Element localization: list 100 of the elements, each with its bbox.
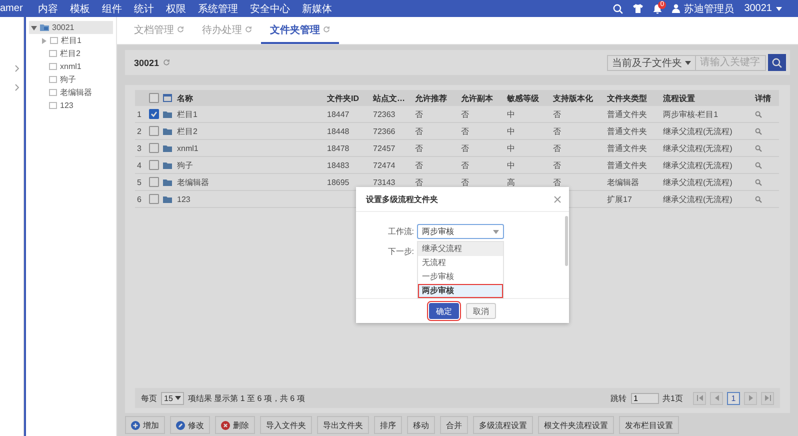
refresh-icon[interactable] <box>177 26 184 33</box>
folder-icon <box>163 144 172 152</box>
tree-item[interactable]: xnml1 <box>29 60 113 73</box>
nav-item[interactable]: 安全中心 <box>250 2 290 16</box>
magnifier-icon[interactable] <box>755 196 762 202</box>
table-cell: 否 <box>553 144 561 152</box>
table-cell: 18478 <box>327 144 350 152</box>
magnifier-icon[interactable] <box>755 144 762 152</box>
action-button[interactable]: 排序 <box>374 416 402 434</box>
action-button[interactable]: 多级流程设置 <box>473 416 533 434</box>
field-label: 下一步: <box>386 246 415 257</box>
table-cell: 普通文件夹 <box>607 160 647 170</box>
search-button[interactable] <box>768 54 786 71</box>
nav-item[interactable]: 组件 <box>102 2 122 16</box>
next-page-button[interactable] <box>744 392 757 404</box>
caret-icon[interactable] <box>776 6 782 10</box>
select-all-checkbox[interactable] <box>149 93 159 103</box>
nav-item[interactable]: 系统管理 <box>198 2 238 16</box>
scrollbar <box>565 216 568 266</box>
row-checkbox[interactable] <box>149 109 159 119</box>
brand-name: amer <box>0 3 24 14</box>
table-cell: 否 <box>461 110 469 118</box>
table-cell: 否 <box>553 110 561 118</box>
previous-page-button[interactable] <box>710 392 723 404</box>
action-button[interactable]: 合并 <box>440 416 468 434</box>
action-button[interactable]: 导出文件夹 <box>317 416 369 434</box>
refresh-icon[interactable] <box>245 26 252 33</box>
tree-item[interactable]: 30021 <box>29 21 113 34</box>
page-jump-field[interactable]: 1 <box>630 392 659 404</box>
caret-down-icon[interactable] <box>31 24 37 30</box>
row-checkbox[interactable] <box>149 194 159 204</box>
table-cell: 否 <box>415 178 423 186</box>
action-button[interactable]: 移动 <box>407 416 435 434</box>
dropdown-option[interactable]: 无流程 <box>418 256 503 270</box>
refresh-icon[interactable] <box>163 59 170 66</box>
nav-item[interactable]: 内容 <box>38 2 58 16</box>
action-button[interactable]: 删除 <box>215 416 255 434</box>
action-button[interactable]: 根文件夹流程设置 <box>538 416 614 434</box>
refresh-icon[interactable] <box>323 26 330 33</box>
action-button[interactable]: 增加 <box>125 416 165 434</box>
first-page-button[interactable] <box>693 392 706 404</box>
nav-item[interactable]: 模板 <box>70 2 90 16</box>
workflow-select[interactable]: 两步审核 <box>417 224 504 239</box>
last-page-button[interactable] <box>761 392 774 404</box>
table-cell: 高 <box>507 178 515 186</box>
tree-item[interactable]: 栏目1 <box>29 34 113 47</box>
dropdown-option[interactable]: 一步审核 <box>418 270 503 284</box>
shirt-icon[interactable] <box>633 4 644 13</box>
column-header[interactable]: 流程设置 <box>663 94 695 102</box>
tree-item[interactable]: 狗子 <box>29 73 113 86</box>
magnifier-icon[interactable] <box>755 162 762 168</box>
nav-item[interactable]: 权限 <box>166 2 186 16</box>
scope-dropdown[interactable]: 当前及子文件夹 <box>607 54 696 70</box>
action-button[interactable]: 修改 <box>170 416 210 434</box>
tree-item[interactable]: 栏目2 <box>29 47 113 60</box>
magnifier-icon[interactable] <box>755 128 762 134</box>
bell-icon[interactable] <box>653 4 662 14</box>
table-cell: 继承父流程(无流程) <box>663 194 732 204</box>
table-cell: 继承父流程(无流程) <box>663 144 732 152</box>
row-checkbox[interactable] <box>149 143 159 153</box>
dropdown-option[interactable]: 继承父流程 <box>418 242 503 256</box>
table-cell: 123 <box>177 194 190 204</box>
confirm-button[interactable]: 确定 <box>429 303 459 319</box>
close-icon[interactable] <box>554 196 561 202</box>
page-size-select[interactable]: 15 <box>161 392 184 404</box>
table-cell: 中 <box>507 144 515 152</box>
action-button[interactable]: 发布栏目设置 <box>619 416 679 434</box>
search-field[interactable]: 请输入关键字 <box>696 54 766 70</box>
table-cell: 普通文件夹 <box>607 110 647 118</box>
user-name[interactable]: 苏迪管理员 <box>684 2 734 16</box>
nav-item[interactable]: 统计 <box>134 2 154 16</box>
search-icon[interactable] <box>613 4 624 14</box>
dropdown-option[interactable]: 两步审核 <box>418 284 503 298</box>
action-button[interactable]: 导入文件夹 <box>260 416 312 434</box>
page-button[interactable]: 1 <box>727 392 740 404</box>
magnifier-icon[interactable] <box>755 110 762 118</box>
column-settings-icon[interactable] <box>163 94 172 102</box>
cancel-button[interactable]: 取消 <box>466 303 496 319</box>
caret-right-icon[interactable] <box>41 38 47 44</box>
row-checkbox[interactable] <box>149 177 159 187</box>
table-cell: 否 <box>461 178 469 186</box>
chevron-right-icon[interactable] <box>15 84 19 91</box>
table-cell: 否 <box>461 160 469 170</box>
column-header[interactable]: 名称 <box>177 94 193 102</box>
row-number: 5 <box>137 178 142 186</box>
row-checkbox[interactable] <box>149 160 159 170</box>
table-cell: 72457 <box>373 144 396 152</box>
table-cell: 中 <box>507 110 515 118</box>
tree-item[interactable]: 老编辑器 <box>29 86 113 99</box>
row-checkbox[interactable] <box>149 126 159 136</box>
table-cell: 栏目2 <box>177 126 198 136</box>
caret-icon[interactable] <box>174 396 181 400</box>
site-switcher[interactable]: 30021 <box>744 3 772 14</box>
caret-icon[interactable] <box>685 60 691 64</box>
folder-icon <box>163 128 172 134</box>
tree-item[interactable]: 123 <box>29 99 113 112</box>
nav-item[interactable]: 新媒体 <box>302 2 332 16</box>
chevron-right-icon[interactable] <box>15 65 19 72</box>
magnifier-icon[interactable] <box>755 178 762 186</box>
table-cell: 否 <box>553 178 561 186</box>
